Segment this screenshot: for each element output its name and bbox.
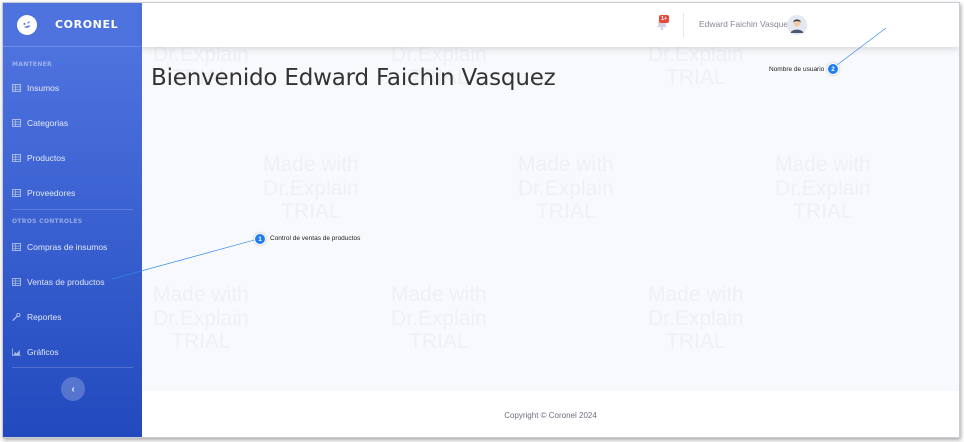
brand[interactable]: CORONEL bbox=[3, 3, 142, 47]
sidebar-item-label: Insumos bbox=[27, 83, 60, 93]
sidebar-item-label: Categorias bbox=[27, 118, 69, 128]
sidebar-item-label: Gráficos bbox=[27, 347, 59, 357]
footer: Copyright © Coronel 2024 bbox=[142, 391, 959, 437]
sidebar-toggle-button[interactable]: ‹ bbox=[61, 377, 85, 401]
table-icon bbox=[12, 278, 21, 286]
user-name[interactable]: Edward Faichin Vasquez bbox=[699, 19, 792, 29]
topbar bbox=[142, 3, 959, 47]
sidebar-item-reportes[interactable]: Reportes bbox=[3, 305, 142, 329]
chevron-left-icon: ‹ bbox=[71, 383, 75, 395]
sidebar-item-graficos[interactable]: Gráficos bbox=[3, 340, 142, 364]
callout-marker-1: 1 bbox=[254, 233, 266, 245]
laugh-wink-icon bbox=[14, 12, 40, 37]
sidebar-item-label: Proveedores bbox=[27, 188, 76, 198]
sidebar-item-proveedores[interactable]: Proveedores bbox=[3, 181, 142, 205]
chart-area-icon bbox=[12, 348, 21, 356]
table-icon bbox=[12, 84, 21, 92]
table-icon bbox=[12, 243, 21, 251]
watermark: Made with Dr.Explain TRIAL bbox=[648, 283, 744, 354]
callout-text-2: Nombre de usuario bbox=[769, 66, 825, 73]
watermark: Made with Dr.Explain TRIAL bbox=[518, 153, 614, 224]
wrench-icon bbox=[12, 313, 21, 321]
sidebar-item-label: Ventas de productos bbox=[27, 277, 105, 287]
sidebar-item-insumos[interactable]: Insumos bbox=[3, 76, 142, 100]
copyright-text: Copyright © Coronel 2024 bbox=[504, 410, 597, 420]
watermark: Made with Dr.Explain TRIAL bbox=[775, 153, 871, 224]
sidebar-divider bbox=[12, 367, 133, 368]
page-title: Bienvenido Edward Faichin Vasquez bbox=[151, 65, 556, 91]
callout-marker-2: 2 bbox=[827, 63, 839, 75]
sidebar-divider bbox=[12, 209, 133, 210]
callout-text-1: Control de ventas de productos bbox=[270, 235, 361, 242]
sidebar-section-mantener: MANTENER bbox=[12, 61, 52, 68]
topbar-divider bbox=[683, 13, 684, 37]
watermark: Made with Dr.Explain TRIAL bbox=[263, 153, 359, 224]
sidebar-item-categorias[interactable]: Categorias bbox=[3, 111, 142, 135]
watermark: Made with Dr.Explain TRIAL bbox=[153, 283, 249, 354]
table-icon bbox=[12, 189, 21, 197]
avatar[interactable] bbox=[787, 15, 807, 35]
brand-name: CORONEL bbox=[55, 18, 119, 31]
sidebar: CORONEL MANTENER Insumos Categorias Prod… bbox=[3, 3, 142, 437]
sidebar-item-label: Productos bbox=[27, 153, 66, 163]
sidebar-item-label: Compras de insumos bbox=[27, 242, 108, 252]
watermark: Made with Dr.Explain TRIAL bbox=[391, 283, 487, 354]
table-icon bbox=[12, 154, 21, 162]
sidebar-item-productos[interactable]: Productos bbox=[3, 146, 142, 170]
sidebar-item-label: Reportes bbox=[27, 312, 62, 322]
sidebar-item-ventas-de-productos[interactable]: Ventas de productos bbox=[3, 270, 142, 294]
sidebar-item-compras-de-insumos[interactable]: Compras de insumos bbox=[3, 235, 142, 259]
alerts-badge: 1+ bbox=[659, 15, 670, 23]
table-icon bbox=[12, 119, 21, 127]
sidebar-section-otros-controles: OTROS CONTROLES bbox=[12, 218, 83, 225]
